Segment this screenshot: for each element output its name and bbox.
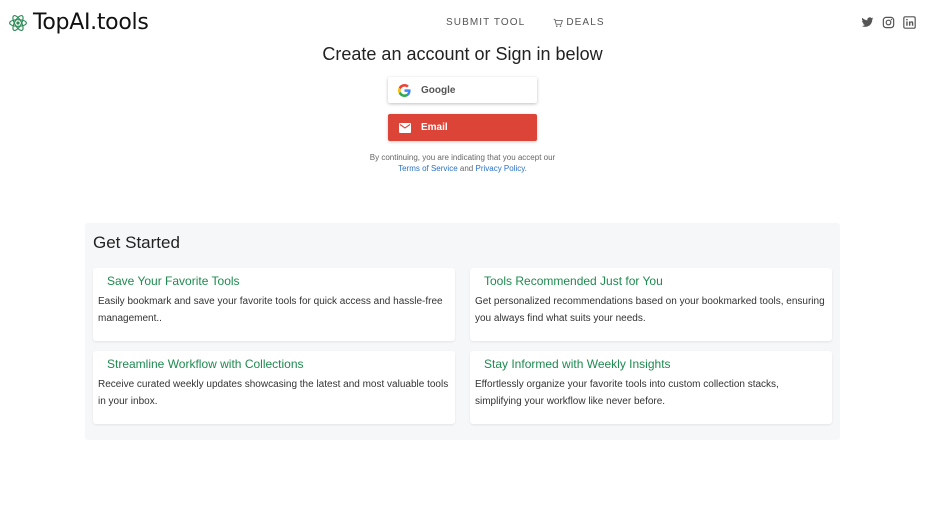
google-signin-button[interactable]: Google [388,77,537,103]
email-button-label: Email [421,122,448,133]
terms-notice: By continuing, you are indicating that y… [0,152,925,174]
linkedin-icon[interactable] [903,16,916,29]
get-started-title: Get Started [93,233,180,252]
email-signin-button[interactable]: Email [388,114,537,141]
feature-card-desc: Get personalized recommendations based o… [475,296,825,324]
mail-icon [399,122,411,133]
feature-card: Tools Recommended Just for You Get perso… [470,268,832,341]
nav-deals[interactable]: DEALS [553,17,604,28]
instagram-icon[interactable] [882,16,895,29]
feature-card-desc: Effortlessly organize your favorite tool… [475,379,779,407]
google-icon [398,83,411,97]
get-started-panel: Get Started Save Your Favorite Tools Eas… [85,223,840,440]
feature-card-title: Save Your Favorite Tools [107,274,240,288]
privacy-policy-link[interactable]: Privacy Policy. [475,164,526,173]
feature-card-title: Stay Informed with Weekly Insights [484,357,671,371]
twitter-icon[interactable] [861,16,874,29]
feature-card-desc: Easily bookmark and save your favorite t… [98,296,443,324]
signin-title: Create an account or Sign in below [322,44,603,64]
nav-submit-tool[interactable]: SUBMIT TOOL [446,17,525,28]
feature-card: Stay Informed with Weekly Insights Effor… [470,351,832,424]
terms-prefix: By continuing, you are indicating that y… [369,153,556,162]
feature-card-desc: Receive curated weekly updates showcasin… [98,379,449,407]
main-nav: SUBMIT TOOL DEALS [446,17,605,28]
feature-card: Save Your Favorite Tools Easily bookmark… [93,268,455,341]
social-links [853,16,916,29]
terms-and: and [459,164,474,173]
cart-icon [553,18,564,27]
terms-line: Terms of Service and Privacy Policy. [0,163,925,174]
google-button-label: Google [421,84,456,96]
feature-card: Streamline Workflow with Collections Rec… [93,351,455,424]
feature-card-title: Streamline Workflow with Collections [107,357,304,371]
atom-logo-icon [9,14,27,31]
logo-text: TopAI.tools [33,10,149,35]
terms-of-service-link[interactable]: Terms of Service [398,164,458,173]
nav-deals-label: DEALS [566,17,605,28]
site-header: TopAI.tools SUBMIT TOOL DEALS [0,0,925,46]
site-logo[interactable]: TopAI.tools [8,10,149,35]
feature-card-title: Tools Recommended Just for You [484,274,663,288]
